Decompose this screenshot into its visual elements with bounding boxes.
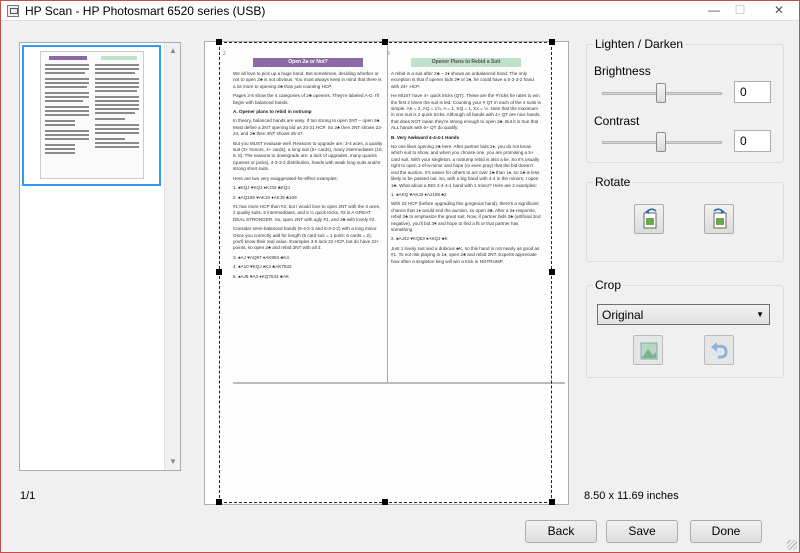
rotate-title: Rotate: [593, 175, 633, 189]
crop-select-value: Original: [602, 308, 644, 322]
brightness-input[interactable]: 0: [734, 81, 771, 103]
hp-scan-window: HP Scan - HP Photosmart 6520 series (USB…: [0, 0, 800, 553]
done-button[interactable]: Done: [690, 520, 762, 543]
contrast-slider-thumb[interactable]: [656, 132, 666, 152]
scan-preview[interactable]: 2 3 Open 2♣ or Not? We all love to pick …: [204, 39, 569, 505]
crop-handle-right[interactable]: [549, 269, 555, 275]
scroll-up-icon[interactable]: ▲: [165, 43, 181, 59]
crop-title: Crop: [593, 278, 624, 292]
resize-grip[interactable]: [787, 540, 797, 550]
undo-crop-button[interactable]: [704, 335, 734, 365]
contrast-label: Contrast: [594, 114, 640, 128]
thumbnail-list[interactable]: ▲ ▼: [19, 42, 181, 471]
chevron-down-icon: ▼: [756, 310, 764, 319]
crop-handle-top[interactable]: [382, 39, 388, 45]
thumbnail-image: [40, 51, 144, 179]
crop-handle-top-right[interactable]: [549, 39, 555, 45]
rotate-left-icon: [643, 208, 657, 229]
scroll-down-icon[interactable]: ▼: [165, 454, 181, 470]
undo-icon: [711, 342, 728, 359]
back-button[interactable]: Back: [525, 520, 597, 543]
title-bar: HP Scan - HP Photosmart 6520 series (USB…: [1, 1, 799, 21]
crop-image-icon: [640, 342, 658, 360]
brightness-label: Brightness: [594, 64, 651, 78]
crop-handle-bottom-left[interactable]: [216, 499, 222, 505]
page-thumbnail[interactable]: [22, 45, 161, 186]
save-button[interactable]: Save: [606, 520, 678, 543]
thumbnail-scrollbar[interactable]: ▲ ▼: [164, 43, 180, 470]
page-dimensions: 8.50 x 11.69 inches: [584, 490, 679, 502]
crop-group: [586, 285, 784, 378]
rotate-group: [586, 182, 784, 262]
crop-handle-left[interactable]: [216, 269, 222, 275]
crop-select[interactable]: Original ▼: [597, 304, 770, 325]
close-button[interactable]: ✕: [763, 1, 795, 19]
window-title: HP Scan - HP Photosmart 6520 series (USB…: [25, 4, 266, 18]
app-icon: [7, 5, 19, 17]
crop-handle-bottom-right[interactable]: [549, 499, 555, 505]
rotate-left-button[interactable]: [634, 204, 664, 234]
rotate-right-icon: [713, 208, 727, 229]
rotate-right-button[interactable]: [704, 204, 734, 234]
page-count: 1/1: [20, 490, 36, 502]
crop-selection[interactable]: [219, 42, 552, 503]
crop-image-button[interactable]: [633, 335, 663, 365]
maximize-button[interactable]: ☐: [727, 1, 753, 19]
brightness-slider-thumb[interactable]: [656, 83, 666, 103]
contrast-input[interactable]: 0: [734, 130, 771, 152]
minimize-button[interactable]: —: [701, 1, 727, 19]
crop-handle-top-left[interactable]: [216, 39, 222, 45]
lighten-darken-title: Lighten / Darken: [593, 37, 686, 51]
crop-handle-bottom[interactable]: [382, 499, 388, 505]
